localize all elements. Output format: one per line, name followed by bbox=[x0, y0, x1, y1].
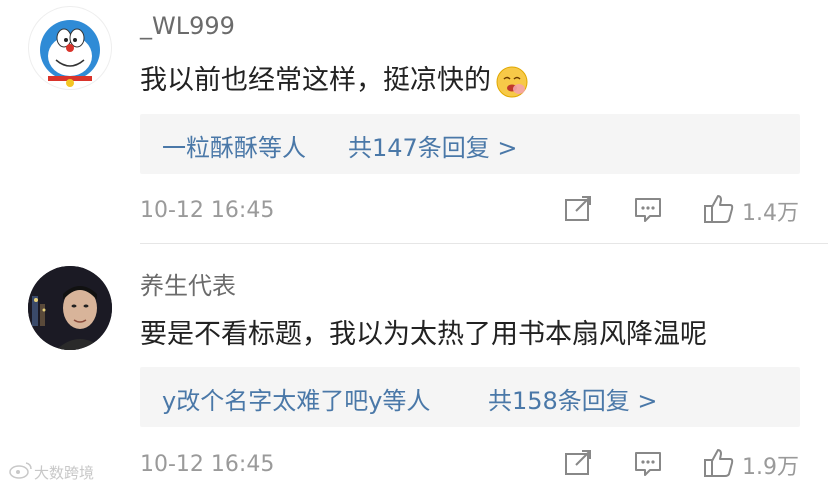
weibo-logo-icon bbox=[8, 460, 34, 484]
reply-users[interactable]: y改个名字太难了吧y等人 bbox=[162, 381, 430, 416]
username[interactable]: 养生代表 bbox=[140, 266, 236, 301]
watermark: 大数跨境 bbox=[8, 460, 94, 484]
share-button[interactable] bbox=[562, 448, 594, 482]
comment-item: _WL999 我以前也经常这样，挺凉快的 一粒酥酥等人 共147条回复 > 10… bbox=[0, 0, 828, 243]
username[interactable]: _WL999 bbox=[140, 12, 235, 40]
comment-icon bbox=[632, 193, 664, 229]
comment-button[interactable] bbox=[632, 448, 664, 482]
reply-users[interactable]: 一粒酥酥等人 bbox=[162, 128, 306, 163]
comment-item: 养生代表 要是不看标题，我以为太热了用书本扇风降温呢 y改个名字太难了吧y等人 … bbox=[0, 244, 828, 487]
like-button[interactable]: 1.9万 bbox=[702, 448, 799, 482]
emoji-icon bbox=[495, 65, 529, 99]
timestamp: 10-12 16:45 bbox=[140, 452, 275, 477]
reply-preview[interactable]: 一粒酥酥等人 共147条回复 > bbox=[140, 114, 800, 174]
like-icon bbox=[702, 192, 736, 230]
timestamp: 10-12 16:45 bbox=[140, 198, 275, 223]
share-icon bbox=[562, 193, 594, 229]
reply-preview[interactable]: y改个名字太难了吧y等人 共158条回复 > bbox=[140, 367, 800, 427]
like-button[interactable]: 1.4万 bbox=[702, 194, 799, 228]
reply-count-link[interactable]: 共158条回复 > bbox=[488, 381, 658, 416]
share-icon bbox=[562, 447, 594, 483]
comment-text-content: 我以前也经常这样，挺凉快的 bbox=[140, 65, 491, 96]
watermark-text: 大数跨境 bbox=[34, 463, 95, 482]
like-count: 1.4万 bbox=[742, 201, 799, 226]
reply-count-link[interactable]: 共147条回复 > bbox=[348, 128, 518, 163]
avatar[interactable] bbox=[28, 6, 112, 90]
comment-text: 要是不看标题，我以为太热了用书本扇风降温呢 bbox=[140, 319, 707, 350]
avatar[interactable] bbox=[28, 266, 112, 350]
share-button[interactable] bbox=[562, 194, 594, 228]
comment-text: 我以前也经常这样，挺凉快的 bbox=[140, 58, 529, 99]
comment-button[interactable] bbox=[632, 194, 664, 228]
comment-icon bbox=[632, 447, 664, 483]
like-count: 1.9万 bbox=[742, 455, 799, 480]
like-icon bbox=[702, 446, 736, 484]
